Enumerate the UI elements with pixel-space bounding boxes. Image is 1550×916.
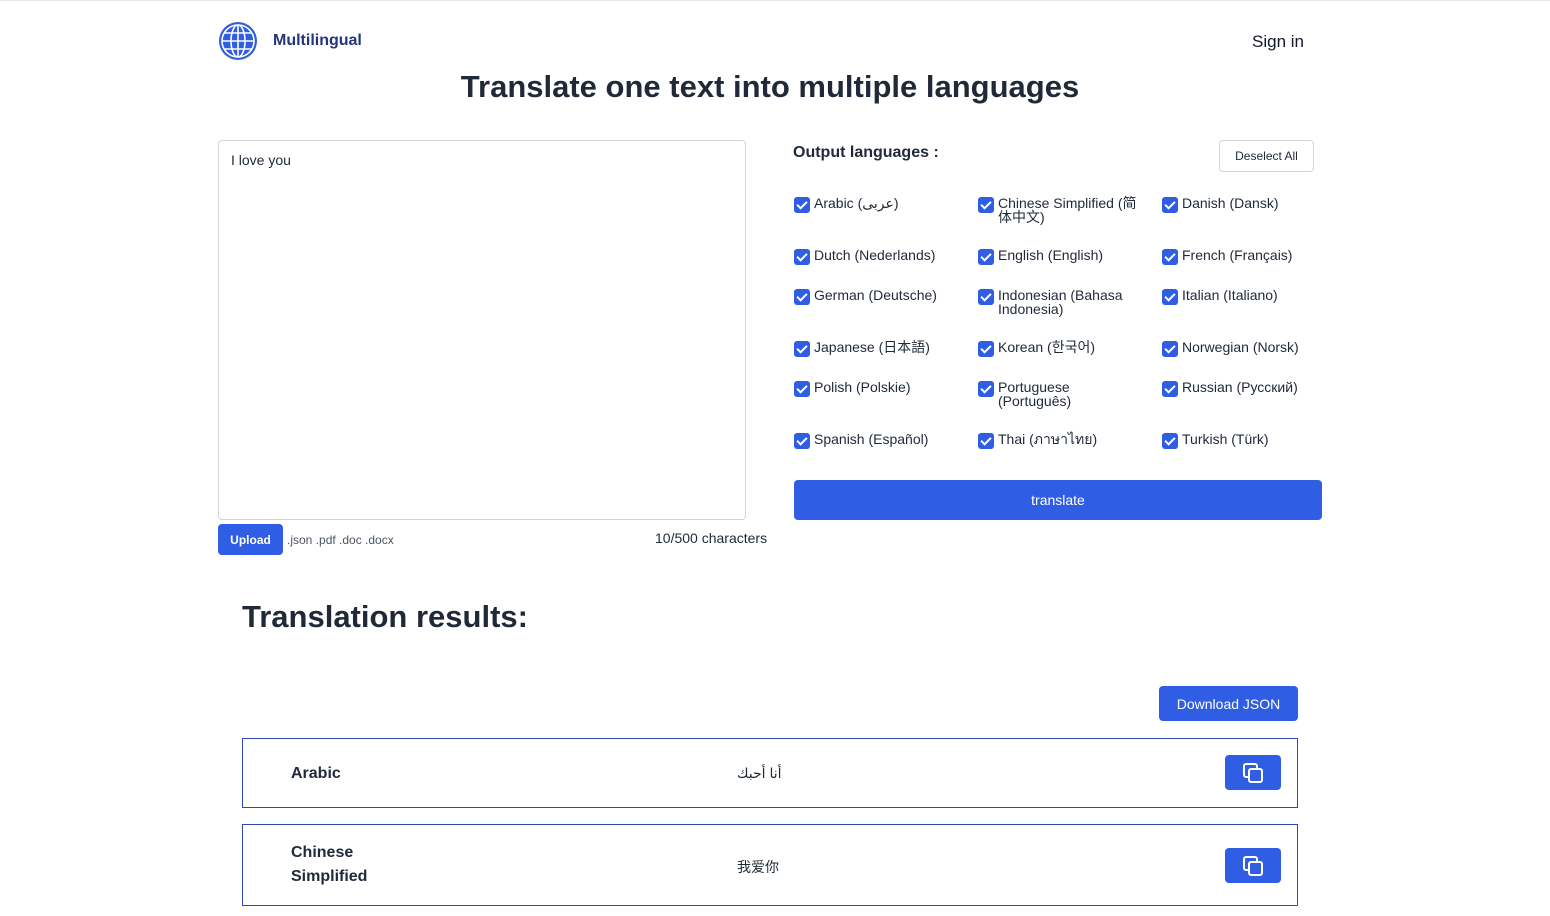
language-option-english[interactable]: English (English) xyxy=(978,248,1138,265)
result-row-chinese-simplified: Chinese Simplified 我爱你 xyxy=(242,824,1298,906)
logo[interactable]: Multilingual xyxy=(218,21,362,61)
translate-button[interactable]: translate xyxy=(794,480,1322,520)
checkbox-checked-icon[interactable] xyxy=(1162,341,1178,357)
checkbox-checked-icon[interactable] xyxy=(794,341,810,357)
language-option-portuguese[interactable]: Portuguese (Português) xyxy=(978,380,1138,408)
result-translation: أنا أحبك xyxy=(737,765,782,781)
language-option-label: Danish (Dansk) xyxy=(1182,195,1279,211)
checkbox-checked-icon[interactable] xyxy=(1162,289,1178,305)
results-title: Translation results: xyxy=(242,599,528,634)
language-option-label: Russian (Русский) xyxy=(1182,379,1298,395)
copy-button[interactable] xyxy=(1225,755,1281,790)
logo-text: Multilingual xyxy=(273,32,362,49)
language-option-label: French (Français) xyxy=(1182,247,1293,263)
language-option-turkish[interactable]: Turkish (Türk) xyxy=(1162,432,1322,449)
checkbox-checked-icon[interactable] xyxy=(1162,197,1178,213)
checkbox-checked-icon[interactable] xyxy=(978,197,994,213)
language-option-label: Norwegian (Norsk) xyxy=(1182,339,1299,355)
sign-in-link[interactable]: Sign in xyxy=(1252,32,1304,52)
checkbox-checked-icon[interactable] xyxy=(794,249,810,265)
language-option-dutch[interactable]: Dutch (Nederlands) xyxy=(794,248,954,265)
language-option-french[interactable]: French (Français) xyxy=(1162,248,1322,265)
checkbox-checked-icon[interactable] xyxy=(978,289,994,305)
language-option-label: Italian (Italiano) xyxy=(1182,287,1278,303)
checkbox-checked-icon[interactable] xyxy=(978,341,994,357)
upload-button[interactable]: Upload xyxy=(218,524,283,555)
language-option-arabic[interactable]: Arabic (عربى) xyxy=(794,196,954,213)
language-option-japanese[interactable]: Japanese (日本語) xyxy=(794,340,954,357)
language-option-thai[interactable]: Thai (ภาษาไทย) xyxy=(978,432,1138,449)
checkbox-checked-icon[interactable] xyxy=(794,197,810,213)
language-option-label: Turkish (Türk) xyxy=(1182,431,1269,447)
checkbox-checked-icon[interactable] xyxy=(1162,433,1178,449)
language-option-label: English (English) xyxy=(998,247,1104,263)
language-option-chinese-simplified[interactable]: Chinese Simplified (简体中文) xyxy=(978,196,1138,224)
language-option-spanish[interactable]: Spanish (Español) xyxy=(794,432,954,449)
language-option-norwegian[interactable]: Norwegian (Norsk) xyxy=(1162,340,1322,357)
language-option-label: Thai (ภาษาไทย) xyxy=(998,431,1098,447)
checkbox-checked-icon[interactable] xyxy=(794,381,810,397)
language-option-polish[interactable]: Polish (Polskie) xyxy=(794,380,954,397)
deselect-all-button[interactable]: Deselect All xyxy=(1219,140,1314,172)
checkbox-checked-icon[interactable] xyxy=(978,381,994,397)
checkbox-checked-icon[interactable] xyxy=(1162,381,1178,397)
copy-button[interactable] xyxy=(1225,848,1281,883)
language-option-label: Dutch (Nederlands) xyxy=(814,247,936,263)
file-types-hint: .json .pdf .doc .docx xyxy=(287,533,394,547)
checkbox-checked-icon[interactable] xyxy=(794,289,810,305)
language-option-korean[interactable]: Korean (한국어) xyxy=(978,340,1138,357)
language-option-label: Korean (한국어) xyxy=(998,339,1095,355)
language-option-label: Polish (Polskie) xyxy=(814,379,911,395)
language-option-danish[interactable]: Danish (Dansk) xyxy=(1162,196,1322,213)
output-languages-label: Output languages : xyxy=(793,144,939,161)
language-option-german[interactable]: German (Deutsche) xyxy=(794,288,954,305)
result-language: Arabic xyxy=(291,765,341,782)
source-text-input[interactable]: I love you xyxy=(218,140,746,520)
language-option-label: Spanish (Español) xyxy=(814,431,929,447)
globe-icon xyxy=(219,22,257,60)
language-option-label: Portuguese (Português) xyxy=(998,379,1072,409)
language-option-label: Indonesian (Bahasa Indonesia) xyxy=(998,287,1123,317)
language-option-indonesian[interactable]: Indonesian (Bahasa Indonesia) xyxy=(978,288,1138,316)
language-option-label: Japanese (日本語) xyxy=(814,339,930,355)
checkbox-checked-icon[interactable] xyxy=(978,249,994,265)
checkbox-checked-icon[interactable] xyxy=(1162,249,1178,265)
checkbox-checked-icon[interactable] xyxy=(978,433,994,449)
checkbox-checked-icon[interactable] xyxy=(794,433,810,449)
page-title: Translate one text into multiple languag… xyxy=(460,69,1080,104)
language-option-label: German (Deutsche) xyxy=(814,287,937,303)
copy-icon xyxy=(1243,855,1263,876)
language-option-label: Arabic (عربى) xyxy=(814,195,899,211)
language-option-label: Chinese Simplified (简体中文) xyxy=(998,195,1137,225)
character-count: 10/500 characters xyxy=(655,530,768,546)
result-translation: 我爱你 xyxy=(737,859,779,875)
result-language: Chinese Simplified xyxy=(291,844,368,885)
language-option-russian[interactable]: Russian (Русский) xyxy=(1162,380,1322,397)
result-row-arabic: Arabic أنا أحبك xyxy=(242,738,1298,808)
download-json-button[interactable]: Download JSON xyxy=(1159,686,1298,721)
language-option-italian[interactable]: Italian (Italiano) xyxy=(1162,288,1322,305)
copy-icon xyxy=(1243,762,1263,783)
